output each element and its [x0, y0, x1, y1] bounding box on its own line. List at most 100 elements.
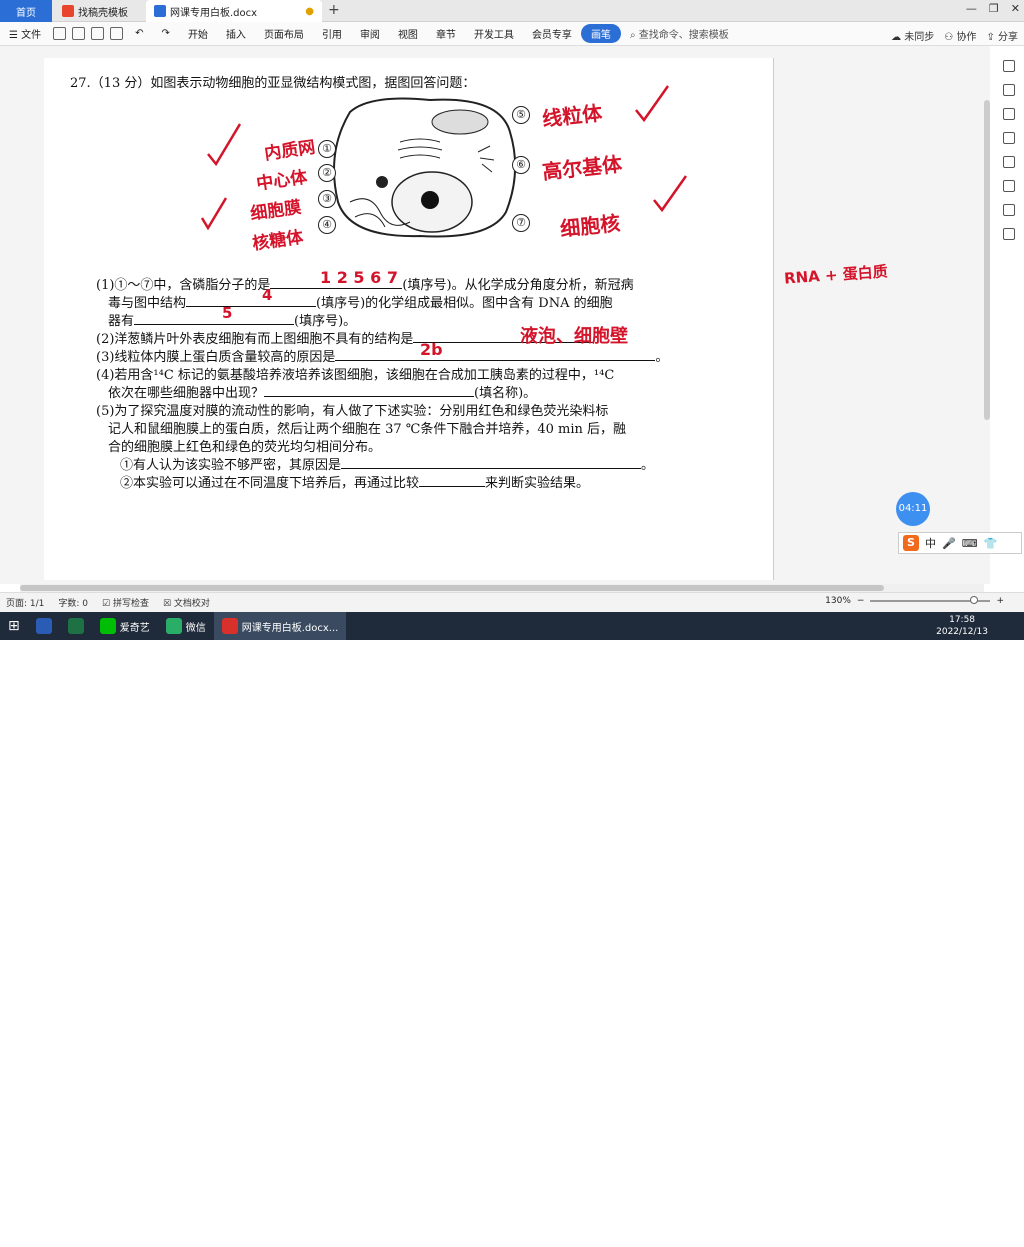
template-icon: [62, 5, 74, 17]
q1-text: (1)①～⑦中，含磷脂分子的是: [96, 278, 271, 293]
start-button[interactable]: ⊞: [0, 612, 28, 640]
close-button[interactable]: ✕: [1011, 2, 1020, 15]
taskbar-clock[interactable]: 17:58 2022/12/13: [936, 614, 988, 638]
q3-line: (3)线粒体内膜上蛋白质含量较高的原因是。: [96, 350, 669, 365]
tab-home[interactable]: 首页: [0, 0, 52, 22]
zoom-in-icon[interactable]: +: [996, 596, 1004, 606]
label-3: ③: [318, 190, 336, 208]
undo-icon[interactable]: ↶: [126, 28, 152, 39]
new-tab-button[interactable]: +: [328, 2, 340, 18]
preview-icon[interactable]: [110, 27, 124, 40]
sidebar-tool-1-icon[interactable]: [1003, 60, 1015, 72]
menu-icon[interactable]: ☰ 文件: [0, 26, 50, 41]
share-button[interactable]: ⇪ 分享: [986, 28, 1018, 43]
ime-toolbar[interactable]: S 中 🎤 ⌨ 👕: [898, 532, 1022, 554]
minimize-button[interactable]: —: [966, 2, 977, 15]
taskbar-excel[interactable]: [60, 612, 92, 640]
collab-button[interactable]: ⚇ 协作: [944, 28, 976, 43]
recording-timer[interactable]: 04:11: [896, 492, 930, 526]
tab-home-label: 首页: [16, 7, 36, 19]
zoom-slider-thumb[interactable]: [970, 596, 979, 604]
skin-icon[interactable]: 👕: [984, 537, 998, 550]
tab-document[interactable]: 网课专用白板.docx ●: [146, 0, 322, 22]
pen-tab[interactable]: 画笔: [580, 24, 621, 43]
label-6: ⑥: [512, 156, 530, 174]
sidebar-tool-2-icon[interactable]: [1003, 84, 1015, 96]
proofread[interactable]: ☒ 文档校对: [163, 596, 210, 609]
q4-text-b: 依次在哪些细胞器中出现？: [108, 386, 265, 401]
horizontal-scrollbar[interactable]: [20, 584, 984, 592]
windows-icon: ⊞: [8, 618, 20, 634]
menu-insert[interactable]: 插入: [217, 26, 255, 41]
save-icon[interactable]: [53, 27, 67, 40]
q5-line: (5)为了探究温度对膜的流动性的影响，有人做了下述实验：分别用红色和绿色荧光染料…: [96, 404, 609, 419]
redo-icon[interactable]: ↷: [153, 28, 179, 39]
hw-ans1: 1 2 5 6 7: [320, 268, 398, 287]
q1-text-f: (填序号)。: [294, 314, 357, 329]
zoom-control[interactable]: 130% − +: [825, 596, 1004, 606]
centriole-shape: [376, 176, 388, 188]
zoom-slider[interactable]: [870, 596, 991, 604]
search-command[interactable]: ⌕ 查找命令、搜索模板: [621, 26, 738, 41]
q1-blank: [270, 288, 403, 289]
menu-start[interactable]: 开始: [179, 26, 217, 41]
menu-review[interactable]: 审阅: [351, 26, 389, 41]
search-command-label: 查找命令、搜索模板: [638, 30, 729, 41]
q3-blank: [335, 360, 656, 361]
sidebar-tool-8-icon[interactable]: [1003, 228, 1015, 240]
label-7: ⑦: [512, 214, 530, 232]
image-icon[interactable]: [1003, 180, 1015, 192]
hw-ans4: 液泡、细胞壁: [520, 326, 628, 347]
mic-icon[interactable]: 🎤: [942, 537, 956, 550]
menu-dev[interactable]: 开发工具: [465, 26, 523, 41]
q5-line2: 记人和鼠细胞膜上的蛋白质，然后让两个细胞在 37 ℃条件下融合并培养，40 mi…: [108, 422, 627, 437]
nucleolus-shape: [421, 191, 439, 209]
vertical-scrollbar[interactable]: [984, 100, 990, 420]
q5-text-e: ②本实验可以通过在不同温度下培养后，再通过比较: [120, 476, 420, 491]
status-page: 页面: 1/1: [6, 599, 45, 609]
mitochondrion-shape: [431, 109, 489, 135]
clock-time: 17:58: [949, 615, 976, 625]
help-icon[interactable]: [1003, 156, 1015, 168]
taskbar-wechat[interactable]: 微信: [158, 612, 214, 640]
spell-check[interactable]: ☑ 拼写检查: [102, 596, 149, 609]
taskbar-iqiyi[interactable]: 爱奇艺: [92, 612, 158, 640]
q3-text: (3)线粒体内膜上蛋白质含量较高的原因是: [96, 350, 336, 365]
taskbar-wechat-label: 微信: [185, 622, 206, 634]
ime-lang[interactable]: 中: [925, 535, 936, 551]
q5-blank: [341, 468, 642, 469]
tab-template[interactable]: 找稿壳模板: [54, 0, 142, 22]
window-controls: — ❐ ✕: [966, 2, 1020, 15]
cursor-icon[interactable]: [1003, 108, 1015, 120]
zoom-out-icon[interactable]: −: [857, 596, 865, 606]
menu-view[interactable]: 视图: [389, 26, 427, 41]
q4-line2: 依次在哪些细胞器中出现？ (填名称)。: [108, 382, 536, 401]
label-2: ②: [318, 164, 336, 182]
q5-line5: ②本实验可以通过在不同温度下培养后，再通过比较 来判断实验结果。: [120, 472, 589, 491]
menu-layout[interactable]: 页面布局: [255, 26, 313, 41]
restore-button[interactable]: ❐: [989, 2, 999, 15]
menu-reference[interactable]: 引用: [313, 26, 351, 41]
keyboard-icon[interactable]: ⌨: [962, 537, 978, 550]
location-icon[interactable]: [1003, 204, 1015, 216]
clock-date: 2022/12/13: [936, 627, 988, 637]
sync-button[interactable]: ☁ 未同步: [891, 28, 934, 43]
export-icon[interactable]: [72, 27, 86, 40]
menu-member[interactable]: 会员专享: [523, 26, 581, 41]
tab-template-label: 找稿壳模板: [78, 7, 128, 19]
q1-blank2: [186, 306, 317, 307]
wechat-icon: [165, 618, 182, 634]
q5-line4: ①有人认为该实验不够严密，其原因是。: [120, 458, 655, 473]
hw-checkmarks-right: [635, 85, 688, 213]
taskbar-word[interactable]: [28, 612, 60, 640]
menu-section[interactable]: 章节: [427, 26, 465, 41]
settings-slider-icon[interactable]: [1003, 132, 1015, 144]
horizontal-scroll-thumb[interactable]: [20, 585, 884, 591]
taskbar-ime-lang[interactable]: 中: [884, 1232, 894, 1247]
q4-line: (4)若用含¹⁴C 标记的氨基酸培养液培养该图细胞，该细胞在合成加工胰岛素的过程…: [96, 368, 615, 383]
taskbar-wps[interactable]: 网课专用白板.docx...: [213, 612, 347, 640]
q5-line3: 合的细胞膜上红色和绿色的荧光均匀相间分布。: [108, 440, 382, 455]
main-toolbar: ☰ 文件 ↶ ↷ 开始 插入 页面布局 引用 审阅 视图 章节 开发工具 会员专…: [0, 22, 1024, 46]
print-icon[interactable]: [91, 27, 105, 40]
sogou-icon: S: [903, 535, 919, 551]
